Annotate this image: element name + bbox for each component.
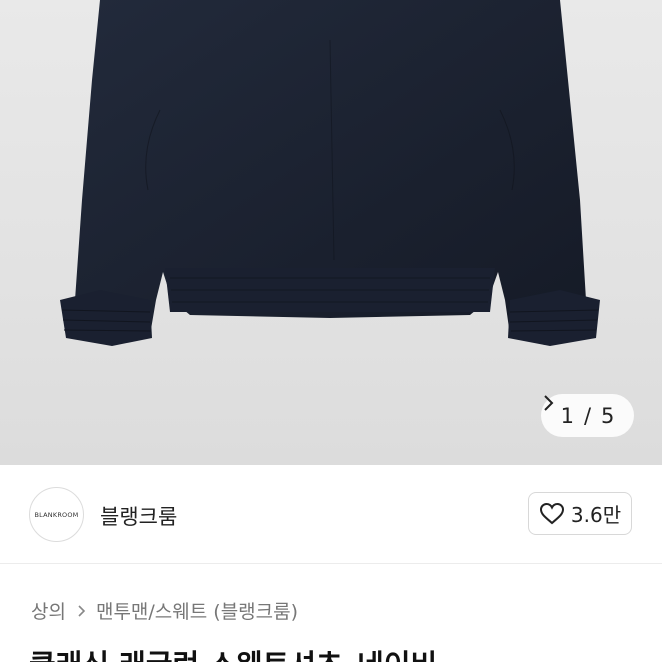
image-pager[interactable]: 1 / 5 — [541, 394, 634, 437]
like-count: 3.6만 — [570, 503, 622, 527]
seller-section: BLANKROOM 블랭크룸 3.6만 — [0, 465, 662, 564]
pager-total: 5 — [601, 403, 615, 428]
seller-logo[interactable]: BLANKROOM — [29, 487, 84, 542]
breadcrumb: 상의 맨투맨/스웨트 (블랭크룸) — [31, 597, 298, 624]
chevron-right-icon — [78, 604, 86, 617]
product-image-carousel[interactable]: 1 / 5 — [0, 0, 662, 465]
product-title: 클래식 래글런 스웨트셔츠_네이비 — [29, 642, 437, 662]
heart-outline-icon — [539, 502, 564, 524]
chevron-right-icon[interactable] — [541, 394, 555, 412]
breadcrumb-item-subcategory[interactable]: 맨투맨/스웨트 (블랭크룸) — [96, 597, 298, 624]
seller-logo-text: BLANKROOM — [34, 510, 79, 519]
seller-name[interactable]: 블랭크룸 — [100, 501, 177, 531]
breadcrumb-item-category[interactable]: 상의 — [31, 597, 66, 624]
like-button[interactable]: 3.6만 — [528, 492, 632, 535]
pager-separator: / — [583, 403, 592, 428]
pager-current: 1 — [560, 403, 574, 428]
